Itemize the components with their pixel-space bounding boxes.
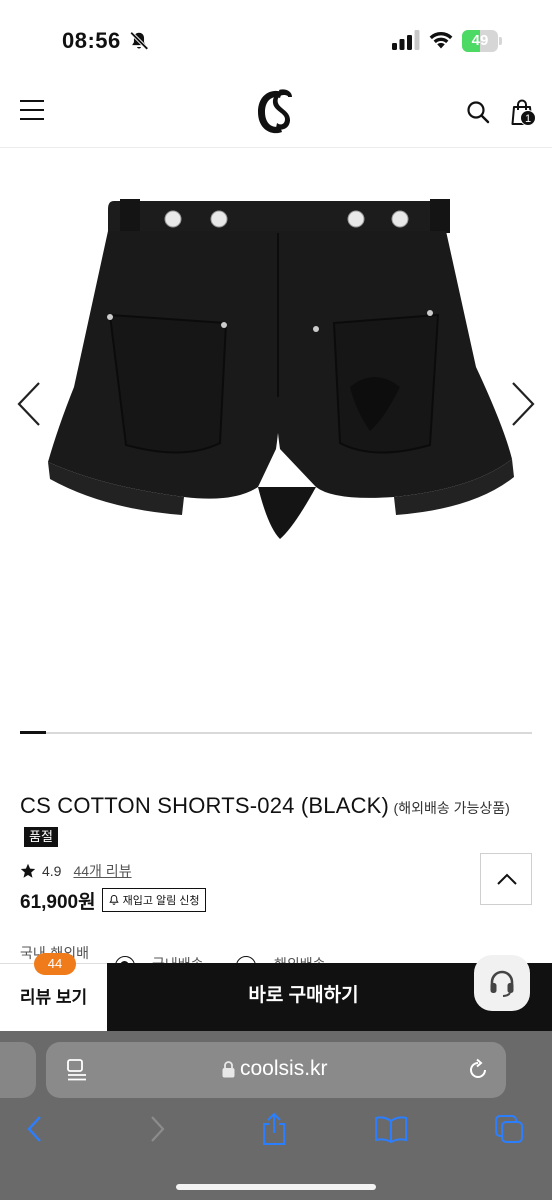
bookmarks-icon[interactable] <box>374 1111 408 1147</box>
product-title: CS COTTON SHORTS-024 (BLACK) (해외배송 가능상품)… <box>20 791 532 854</box>
rating-value: 4.9 <box>42 863 62 879</box>
scroll-top-button[interactable] <box>480 853 532 905</box>
customer-service-button[interactable] <box>474 955 530 1011</box>
status-time: 08:56 <box>62 28 121 53</box>
product-price: 61,900원 <box>20 891 96 913</box>
restock-alert-button[interactable]: 재입고 알림 신청 <box>101 888 206 912</box>
brand-logo[interactable] <box>252 84 300 140</box>
bell-icon <box>108 894 119 905</box>
shipping-note: (해외배송 가능상품) <box>393 800 510 816</box>
battery-level: 49 <box>471 32 489 49</box>
product-gallery[interactable] <box>0 149 552 719</box>
headset-icon <box>490 970 514 997</box>
browser-toolbar: coolsis.kr <box>0 1031 552 1200</box>
product-name: CS COTTON SHORTS-024 (BLACK) <box>20 793 390 818</box>
bell-off-icon <box>129 31 149 51</box>
reload-icon[interactable] <box>466 1058 490 1082</box>
lock-icon <box>222 1061 235 1078</box>
home-indicator <box>176 1184 376 1190</box>
wifi-icon <box>429 31 453 49</box>
tabs-icon[interactable] <box>494 1111 524 1147</box>
review-count-link[interactable]: 44개 리뷰 <box>73 861 131 881</box>
chevron-left-icon[interactable] <box>16 381 42 427</box>
hamburger-menu-icon[interactable] <box>20 100 44 120</box>
gallery-progress <box>20 731 532 734</box>
price-row: 61,900원 재입고 알림 신청 <box>20 886 206 914</box>
soldout-badge: 품절 <box>24 827 58 847</box>
address-bar[interactable]: coolsis.kr <box>46 1042 506 1098</box>
reader-icon[interactable] <box>66 1058 88 1082</box>
star-icon <box>20 863 36 878</box>
url-text: coolsis.kr <box>240 1057 328 1080</box>
battery-icon: 49 <box>462 30 502 52</box>
previous-tab-pill[interactable] <box>0 1042 36 1098</box>
site-header: 1 <box>0 80 552 148</box>
back-icon[interactable] <box>24 1111 46 1147</box>
chevron-up-icon <box>497 873 517 885</box>
browser-nav-row <box>0 1111 552 1151</box>
signal-icon <box>392 30 420 50</box>
forward-icon[interactable] <box>146 1111 168 1147</box>
share-icon[interactable] <box>260 1111 288 1147</box>
restock-alert-label: 재입고 알림 신청 <box>122 895 200 907</box>
cart-count-badge: 1 <box>520 110 536 126</box>
review-count-badge: 44 <box>34 953 76 975</box>
search-icon[interactable] <box>466 100 490 124</box>
status-bar: 08:56 49 <box>0 0 552 80</box>
rating-row: 4.9 44개 리뷰 <box>20 860 132 882</box>
bottom-action-bar: 44 리뷰 보기 바로 구매하기 <box>0 953 552 1031</box>
product-image <box>48 199 514 539</box>
shopping-bag-icon[interactable]: 1 <box>510 98 538 128</box>
